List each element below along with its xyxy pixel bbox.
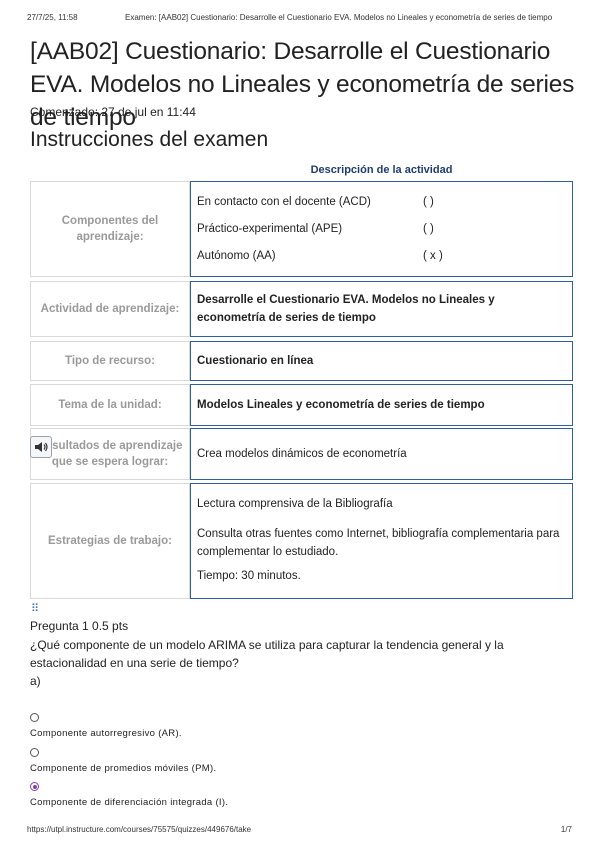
speaker-icon-glyph xyxy=(35,442,48,452)
option-label[interactable]: Componente de promedios móviles (PM). xyxy=(30,763,216,774)
resource-value: Cuestionario en línea xyxy=(190,341,573,381)
speaker-icon[interactable] xyxy=(30,436,52,458)
option-label[interactable]: Componente de diferenciación integrada (… xyxy=(30,797,228,808)
component-name: Autónomo (AA) xyxy=(197,250,276,262)
table-row-outcomes: Resultados de aprendizaje que se espera … xyxy=(30,428,573,480)
print-timestamp: 27/7/25, 11:58 xyxy=(27,13,78,22)
components-label: Componentes del aprendizaje: xyxy=(30,181,190,277)
page-number: 1/7 xyxy=(560,825,572,834)
component-mark: ( x ) xyxy=(423,250,443,262)
print-page-title: Examen: [AAB02] Cuestionario: Desarrolle… xyxy=(125,13,553,22)
activity-label: Actividad de aprendizaje: xyxy=(30,281,190,337)
option-radio-selected[interactable] xyxy=(30,782,39,791)
components-cell: En contacto con el docente (ACD) ( ) Prá… xyxy=(190,181,573,277)
strategy-line: Consulta otras fuentes como Internet, bi… xyxy=(197,528,560,558)
option-radio[interactable] xyxy=(30,748,39,757)
quiz-title: [AAB02] Cuestionario: Desarrolle el Cues… xyxy=(30,38,575,131)
table-row-topic: Tema de la unidad: Modelos Lineales y ec… xyxy=(30,384,573,426)
table-row-resource: Tipo de recurso: Cuestionario en línea xyxy=(30,341,573,381)
outcomes-label: Resultados de aprendizaje que se espera … xyxy=(30,428,190,480)
strategies-cell: Lectura comprensiva de la Bibliografía C… xyxy=(190,483,573,599)
strategy-line: Lectura comprensiva de la Bibliografía xyxy=(197,498,393,510)
topic-value: Modelos Lineales y econometría de series… xyxy=(190,384,573,426)
instructions-heading: Instrucciones del examen xyxy=(30,128,269,151)
component-mark: ( ) xyxy=(423,196,434,208)
option-radio[interactable] xyxy=(30,713,39,722)
component-name: En contacto con el docente (ACD) xyxy=(197,196,371,208)
print-url: https://utpl.instructure.com/courses/755… xyxy=(27,825,252,834)
drag-handle-icon[interactable]: ⠿ xyxy=(31,602,39,615)
topic-label: Tema de la unidad: xyxy=(30,384,190,426)
question-header: Pregunta 1 0.5 pts xyxy=(30,619,129,633)
component-item: Práctico-experimental (APE) ( ) xyxy=(197,223,566,235)
quiz-started: Comenzado: 27 de jul en 11:44 xyxy=(30,105,196,119)
outcomes-value: Crea modelos dinámicos de econometría xyxy=(190,428,573,480)
question-text: ¿Qué componente de un modelo ARIMA se ut… xyxy=(30,638,504,670)
strategy-line: Tiempo: 30 minutos. xyxy=(197,570,301,582)
strategies-label: Estrategias de trabajo: xyxy=(30,483,190,599)
table-row-activity: Actividad de aprendizaje: Desarrolle el … xyxy=(30,281,573,337)
activity-value: Desarrolle el Cuestionario EVA. Modelos … xyxy=(190,281,573,337)
component-item: Autónomo (AA) ( x ) xyxy=(197,250,566,262)
component-mark: ( ) xyxy=(423,223,434,235)
table-row-components: Componentes del aprendizaje: En contacto… xyxy=(30,181,573,277)
component-item: En contacto con el docente (ACD) ( ) xyxy=(197,196,566,208)
question-subpart: a) xyxy=(30,674,41,688)
table-row-strategies: Estrategias de trabajo: Lectura comprens… xyxy=(30,483,573,599)
resource-label: Tipo de recurso: xyxy=(30,341,190,381)
table-caption: Descripción de la actividad xyxy=(310,164,453,176)
option-label[interactable]: Componente autorregresivo (AR). xyxy=(30,728,182,739)
component-name: Práctico-experimental (APE) xyxy=(197,223,343,235)
